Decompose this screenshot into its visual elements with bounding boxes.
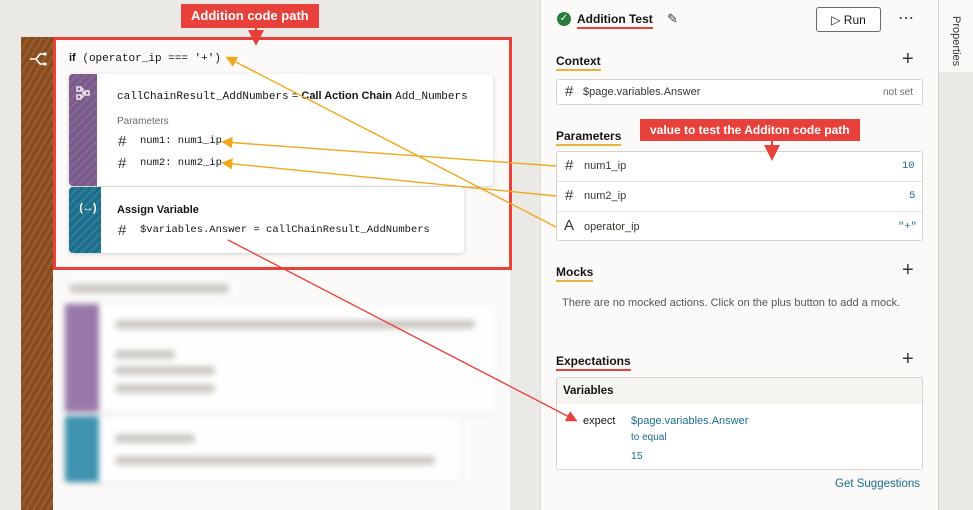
mocks-empty-text: There are no mocked actions. Click on th… (562, 297, 901, 309)
divider (557, 211, 922, 212)
action-chain-icon (76, 86, 90, 103)
if-condition[interactable]: if (operator_ip === '+') (69, 52, 221, 65)
callout-test-values: value to test the Additon code path (640, 119, 860, 141)
call-action-line: callChainResult_AddNumbers = Call Action… (117, 90, 468, 103)
add-mock-icon[interactable]: + (902, 260, 914, 280)
context-section-title: Context (556, 54, 601, 71)
expectations-section-title: Expectations (556, 354, 631, 371)
equals-sign: = (291, 91, 299, 103)
blurred-line (69, 284, 229, 293)
check-icon: ✓ (557, 12, 571, 26)
blurred-card-strip (65, 304, 99, 412)
expectation-variable-link[interactable]: $page.variables.Answer (631, 415, 748, 427)
param-num1: num1: num1_ip (140, 135, 222, 147)
properties-tab-label: Properties (950, 16, 962, 67)
param-name: num2_ip (584, 190, 627, 202)
assign-expression: $variables.Answer = callChainResult_AddN… (140, 224, 430, 236)
param-num2: num2: num2_ip (140, 157, 222, 169)
string-type-icon: A (564, 217, 575, 234)
context-variable: $page.variables.Answer (583, 86, 701, 98)
param-value-input[interactable]: 5 (909, 190, 915, 202)
number-type-icon: # (565, 157, 574, 174)
mocks-section-title: Mocks (556, 265, 594, 282)
result-variable: callChainResult_AddNumbers (117, 91, 289, 103)
if-branch-stripe (21, 37, 53, 510)
branch-icon (29, 52, 47, 66)
add-context-icon[interactable]: + (902, 49, 914, 69)
expectations-group-label: Variables (563, 385, 614, 397)
parameters-section-title: Parameters (556, 129, 622, 146)
expectation-row[interactable] (557, 404, 922, 469)
test-title: Addition Test (577, 12, 653, 29)
number-type-icon: # (565, 83, 574, 100)
blurred-line (115, 320, 475, 329)
param-value-input[interactable]: 10 (902, 160, 915, 172)
assign-variable-icon: (↔) (78, 203, 98, 215)
blurred-line (115, 456, 435, 465)
blurred-card-strip (65, 416, 99, 482)
run-label: Run (843, 13, 866, 27)
divider (557, 181, 922, 182)
blurred-line (115, 434, 195, 443)
pencil-icon[interactable]: ✎ (667, 11, 678, 27)
if-expression: (operator_ip === '+') (82, 53, 221, 65)
expect-label: expect (583, 415, 616, 427)
blurred-card (65, 416, 460, 482)
expectation-matcher[interactable]: to equal (631, 432, 667, 443)
call-action-label: Call Action Chain (301, 90, 393, 102)
get-suggestions-link[interactable]: Get Suggestions (835, 478, 920, 490)
number-type-icon: # (118, 222, 127, 239)
parameters-label: Parameters (117, 116, 169, 127)
more-options-icon[interactable]: ⋯ (898, 8, 915, 28)
run-button[interactable]: ▷ Run (816, 7, 881, 32)
blurred-line (115, 350, 175, 359)
blurred-line (115, 366, 215, 375)
blurred-else-branch (53, 270, 510, 510)
if-keyword: if (69, 52, 76, 64)
expectation-value[interactable]: 15 (631, 450, 643, 462)
callout-addition-code-path: Addition code path (181, 4, 319, 28)
context-status: not set (883, 87, 914, 98)
assign-variable-strip (69, 187, 101, 253)
param-value-input[interactable]: "+" (898, 221, 917, 233)
side-panel-rail (938, 0, 973, 510)
number-type-icon: # (565, 187, 574, 204)
chain-name: Add_Numbers (395, 91, 468, 103)
assign-variable-card[interactable] (69, 187, 464, 253)
number-type-icon: # (118, 155, 127, 172)
number-type-icon: # (118, 133, 127, 150)
param-name: operator_ip (584, 221, 640, 233)
add-expectation-icon[interactable]: + (902, 349, 914, 369)
assign-variable-title: Assign Variable (117, 204, 199, 216)
param-name: num1_ip (584, 160, 627, 172)
blurred-line (115, 384, 215, 393)
play-icon: ▷ (831, 13, 841, 27)
